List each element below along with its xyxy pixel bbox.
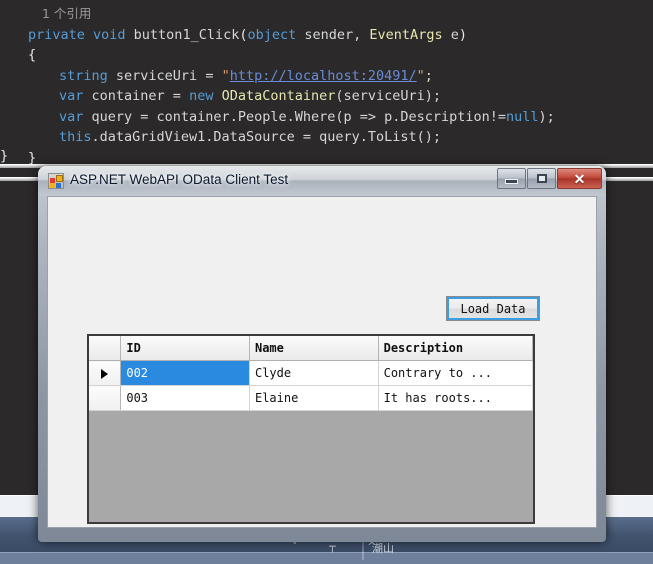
current-row-arrow-icon xyxy=(101,368,109,379)
close-icon: ✕ xyxy=(573,170,586,187)
code-token: new xyxy=(189,88,214,104)
code-outer-closing-brace: } xyxy=(0,148,9,164)
code-token: void xyxy=(93,26,134,43)
code-token: var xyxy=(59,88,84,104)
code-token: { xyxy=(28,47,37,63)
table-row[interactable]: 002 Clyde Contrary to ... xyxy=(89,360,533,386)
maximize-icon xyxy=(536,174,547,183)
code-token: null xyxy=(506,108,539,125)
window-controls: ✕ xyxy=(496,168,602,189)
code-line: var container = new ODataContainer(servi… xyxy=(0,86,653,107)
code-token: container = xyxy=(83,88,190,104)
grid-empty-area xyxy=(89,410,533,521)
column-header-description[interactable]: Description xyxy=(378,336,533,361)
column-header-id[interactable]: ID xyxy=(120,336,250,361)
odata-client-test-window[interactable]: ASP.NET WebAPI OData Client Test ✕ Load … xyxy=(38,166,606,542)
winforms-app-icon xyxy=(48,173,64,189)
row-header-cell[interactable] xyxy=(89,385,122,411)
minimize-button[interactable] xyxy=(497,168,526,189)
cell-id[interactable]: 002 xyxy=(120,360,250,386)
code-line: this.dataGridView1.DataSource = query.To… xyxy=(0,127,653,148)
screenshot-root: 1 个引用 private void button1_Click(object s… xyxy=(0,0,653,564)
code-token: " xyxy=(221,67,230,84)
close-button[interactable]: ✕ xyxy=(557,168,602,189)
code-token: ODataContainer xyxy=(221,88,336,104)
taskbar-item-label[interactable]: 潮山 xyxy=(372,540,394,556)
row-header-cell[interactable] xyxy=(89,360,122,386)
code-token: var xyxy=(59,108,84,125)
code-token: button1_Click xyxy=(133,26,240,43)
code-token: string xyxy=(59,67,108,84)
cell-description[interactable]: It has roots... xyxy=(378,385,533,411)
code-token: ; xyxy=(424,67,433,84)
load-data-button[interactable]: Load Data xyxy=(446,296,540,321)
cell-name[interactable]: Elaine xyxy=(249,385,379,411)
code-token: this xyxy=(59,129,92,145)
window-title: ASP.NET WebAPI OData Client Test xyxy=(70,172,289,187)
code-token: EventArgs xyxy=(369,26,443,43)
cell-name[interactable]: Clyde xyxy=(249,360,379,386)
code-line: string serviceUri = "http://localhost:20… xyxy=(0,66,653,87)
cell-id[interactable]: 003 xyxy=(120,385,250,411)
data-grid-table: ID Name Description 002 Clyde Contrary to … xyxy=(89,336,533,521)
code-token: private xyxy=(28,26,94,43)
code-token: ) xyxy=(458,26,467,43)
code-token: object xyxy=(247,26,297,43)
code-reference-hint[interactable]: 1 个引用 xyxy=(0,4,653,25)
code-token: e xyxy=(442,26,459,43)
code-line: private void button1_Click(object sender… xyxy=(0,25,653,46)
code-token: .dataGridView1.DataSource = query.ToList… xyxy=(91,129,442,145)
column-header-rowselect[interactable] xyxy=(89,336,122,361)
column-header-name[interactable]: Name xyxy=(249,336,379,361)
code-line: var query = container.People.Where(p => … xyxy=(0,107,653,128)
code-token: query = container.People.Where(p => p.De… xyxy=(83,108,507,125)
table-body: 002 Clyde Contrary to ... 003 Elaine It has r… xyxy=(89,360,533,521)
code-token: " xyxy=(416,67,425,84)
maximize-button[interactable] xyxy=(527,168,556,189)
code-line: { xyxy=(0,45,653,66)
grid-filler-cell xyxy=(89,410,533,521)
cell-description[interactable]: Contrary to ... xyxy=(378,360,533,386)
table-row[interactable]: 003 Elaine It has roots... xyxy=(89,385,533,411)
minimize-icon xyxy=(505,179,518,184)
code-listing: 1 个引用 private void button1_Click(object s… xyxy=(0,4,653,168)
code-token: ); xyxy=(538,108,555,125)
window-client-area: Load Data ID Name Description 002 Clyde … xyxy=(47,196,597,528)
window-title-bar[interactable]: ASP.NET WebAPI OData Client Test ✕ xyxy=(38,166,606,196)
data-grid-view[interactable]: ID Name Description 002 Clyde Contrary to … xyxy=(87,334,535,524)
code-token[interactable]: http://localhost:20491/ xyxy=(230,68,417,84)
table-header-row: ID Name Description xyxy=(89,336,533,361)
code-token: sender, xyxy=(296,26,370,43)
code-token: serviceUri = xyxy=(107,67,222,84)
code-token: (serviceUri); xyxy=(335,88,442,104)
taskbar-lower-band xyxy=(0,552,653,564)
